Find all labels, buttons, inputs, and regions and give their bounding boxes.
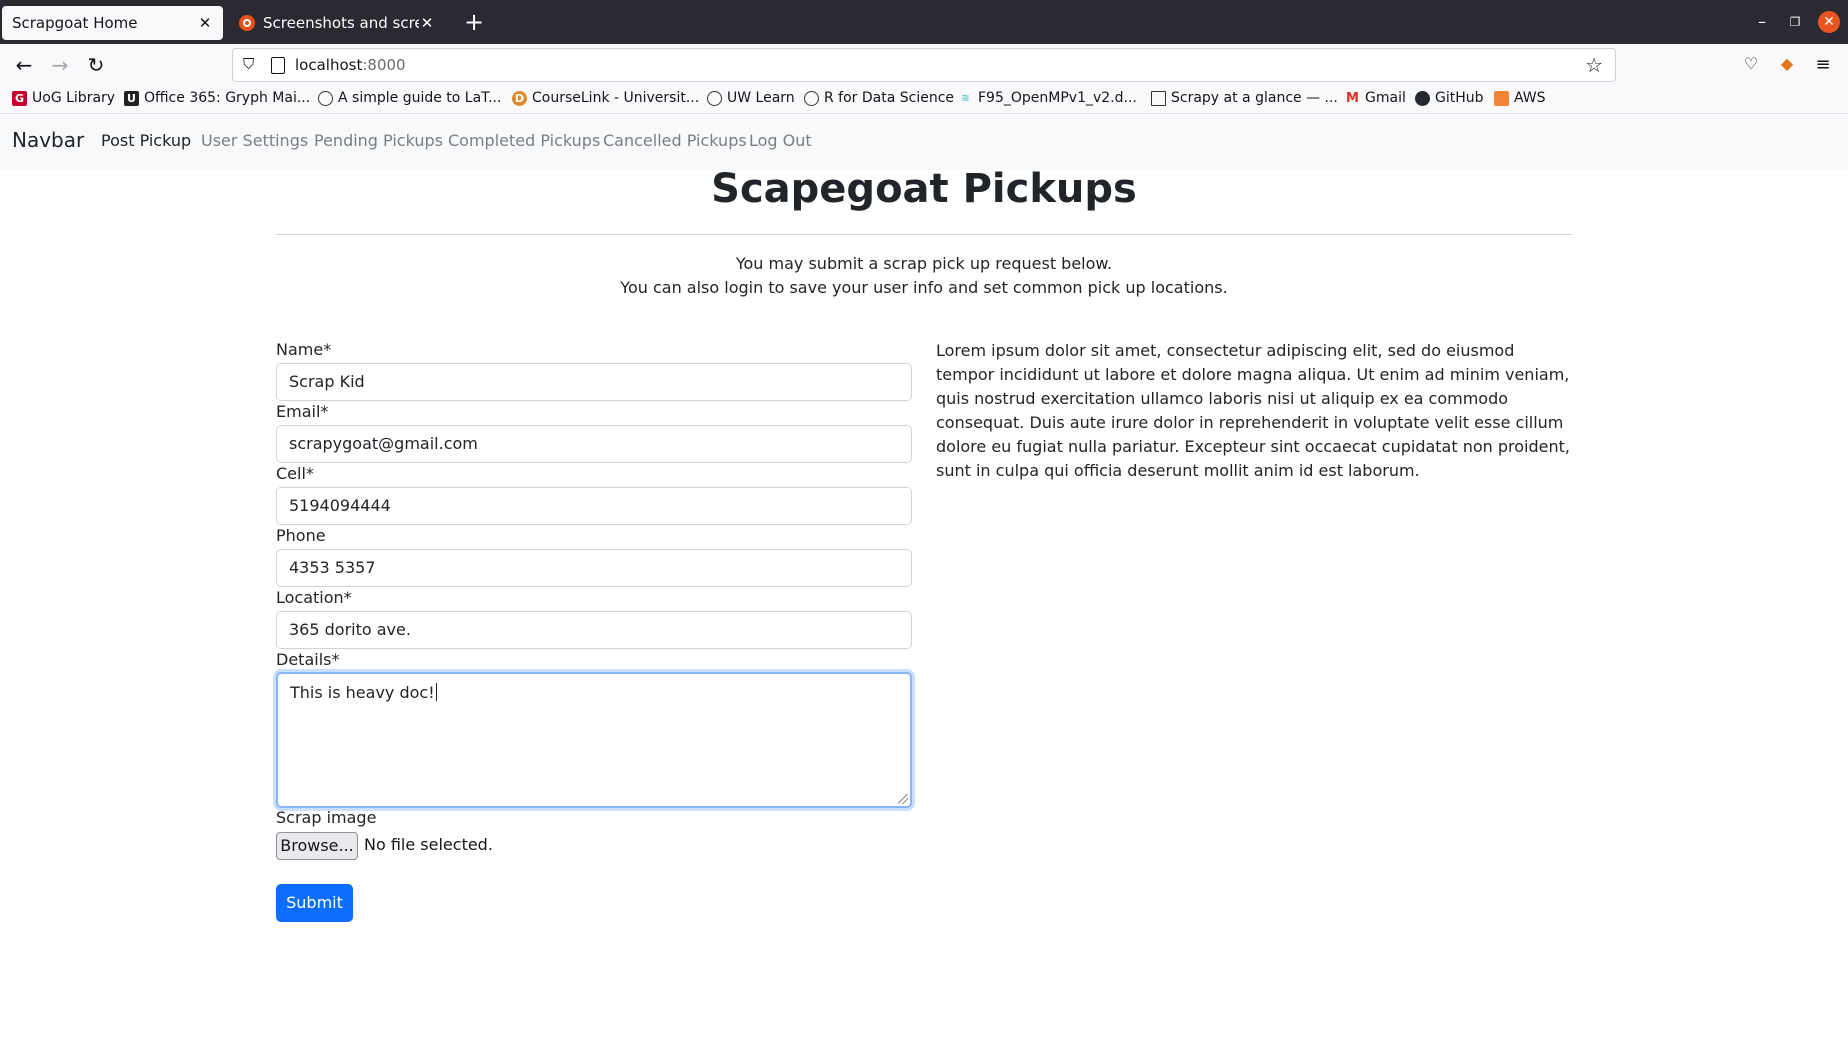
reload-icon[interactable]: ↻ bbox=[83, 52, 109, 78]
tab-screenshots[interactable]: Screenshots and screencasts ✕ bbox=[229, 6, 445, 40]
intro-line-1: You may submit a scrap pick up request b… bbox=[735, 254, 1113, 273]
hamburger-menu-icon[interactable]: ≡ bbox=[1812, 54, 1834, 76]
tab-scrapgoat-home[interactable]: Scrapgoat Home ✕ bbox=[2, 6, 223, 40]
restore-window-icon[interactable]: ❐ bbox=[1783, 10, 1807, 34]
submit-button[interactable]: Submit bbox=[276, 884, 353, 922]
bookmark-scrapy[interactable]: Scrapy at a glance — ... bbox=[1151, 90, 1338, 106]
nav-cancelled-pickups[interactable]: Cancelled Pickups bbox=[603, 131, 747, 150]
navbar-brand[interactable]: Navbar bbox=[12, 128, 84, 152]
info-paragraph: Lorem ipsum dolor sit amet, consectetur … bbox=[936, 341, 1570, 480]
bookmark-github[interactable]: GitHub bbox=[1415, 90, 1484, 106]
bookmark-label: UW Learn bbox=[727, 90, 795, 106]
bookmark-uog-library[interactable]: G UoG Library bbox=[12, 90, 115, 106]
ubuntu-favicon-icon bbox=[239, 15, 255, 31]
tab-title: Scrapgoat Home bbox=[12, 14, 138, 32]
close-window-icon[interactable]: ✕ bbox=[1818, 11, 1840, 33]
details-text: This is heavy doc! bbox=[290, 683, 435, 702]
cell-field[interactable]: 5194094444 bbox=[276, 487, 912, 525]
location-label: Location* bbox=[276, 588, 352, 607]
email-label: Email* bbox=[276, 402, 329, 421]
nav-user-settings[interactable]: User Settings bbox=[201, 131, 308, 150]
globe-icon bbox=[804, 90, 819, 106]
bookmark-aws[interactable]: AWS bbox=[1494, 90, 1546, 106]
name-field[interactable]: Scrap Kid bbox=[276, 363, 912, 401]
courselink-icon: D bbox=[512, 90, 527, 106]
location-field[interactable]: 365 dorito ave. bbox=[276, 611, 912, 649]
scrap-image-label: Scrap image bbox=[276, 808, 377, 827]
page-info-icon[interactable] bbox=[271, 57, 285, 74]
close-tab-icon[interactable]: ✕ bbox=[419, 14, 435, 32]
details-textarea[interactable]: This is heavy doc! bbox=[276, 672, 912, 808]
nav-pending-pickups[interactable]: Pending Pickups bbox=[314, 131, 443, 150]
page-title: Scapegoat Pickups bbox=[711, 166, 1137, 212]
bookmark-star-icon[interactable]: ☆ bbox=[1585, 53, 1603, 77]
bookmarks-bar: G UoG Library U Office 365: Gryph Mai...… bbox=[0, 86, 1848, 114]
browser-tab-bar: Scrapgoat Home ✕ Screenshots and screenc… bbox=[0, 0, 1848, 44]
bookmark-label: Office 365: Gryph Mai... bbox=[144, 90, 311, 106]
scrapy-docs-icon bbox=[1151, 90, 1166, 106]
bookmark-r-data-science[interactable]: R for Data Science bbox=[804, 90, 954, 106]
phone-field[interactable]: 4353 5357 bbox=[276, 549, 912, 587]
bookmark-office-365[interactable]: U Office 365: Gryph Mai... bbox=[124, 90, 310, 106]
bookmark-label: R for Data Science bbox=[824, 90, 955, 106]
site-navbar: Navbar Post Pickup User Settings Pending… bbox=[0, 114, 1848, 170]
bookmark-courselink[interactable]: D CourseLink - Universit... bbox=[512, 90, 699, 106]
tab-title: Screenshots and screencasts bbox=[263, 14, 419, 32]
gmail-icon: M bbox=[1346, 90, 1359, 106]
tracking-protection-shield-icon[interactable]: ⛉ bbox=[243, 55, 259, 75]
url-port: :8000 bbox=[362, 56, 406, 74]
nav-post-pickup[interactable]: Post Pickup bbox=[101, 131, 191, 150]
globe-icon bbox=[707, 90, 722, 106]
browser-toolbar: ← → ↻ ⛉ localhost:8000 ☆ ♡ ◆ ≡ bbox=[0, 44, 1848, 86]
title-divider bbox=[276, 234, 1572, 235]
phone-label: Phone bbox=[276, 526, 326, 545]
url-host: localhost bbox=[295, 56, 363, 74]
metamask-fox-icon[interactable]: ◆ bbox=[1776, 54, 1798, 76]
bookmark-uw-learn[interactable]: UW Learn bbox=[707, 90, 795, 106]
bookmark-label: Gmail bbox=[1365, 90, 1406, 106]
text-caret bbox=[435, 683, 437, 701]
pocket-icon[interactable]: ♡ bbox=[1740, 54, 1762, 76]
details-label: Details* bbox=[276, 650, 340, 669]
address-bar[interactable]: ⛉ localhost:8000 ☆ bbox=[232, 48, 1616, 82]
bookmark-label: Scrapy at a glance — ... bbox=[1171, 90, 1338, 106]
nav-completed-pickups[interactable]: Completed Pickups bbox=[448, 131, 600, 150]
email-field[interactable]: scrapygoat@gmail.com bbox=[276, 425, 912, 463]
bookmark-label: CourseLink - Universit... bbox=[532, 90, 700, 106]
bookmark-openmp[interactable]: ≋ F95_OpenMPv1_v2.d... bbox=[958, 90, 1137, 106]
new-tab-button[interactable]: + bbox=[460, 8, 488, 36]
office-365-icon: U bbox=[124, 90, 139, 106]
intro-text: You may submit a scrap pick up request b… bbox=[276, 252, 1572, 300]
back-arrow-icon[interactable]: ← bbox=[11, 52, 37, 78]
uog-library-icon: G bbox=[12, 90, 27, 106]
file-status-text: No file selected. bbox=[364, 835, 493, 854]
forward-arrow-icon[interactable]: → bbox=[47, 52, 73, 78]
resize-handle-icon[interactable] bbox=[898, 794, 908, 804]
intro-line-2: You can also login to save your user inf… bbox=[620, 278, 1228, 297]
bookmark-label: F95_OpenMPv1_v2.d... bbox=[978, 90, 1137, 106]
github-icon bbox=[1415, 90, 1430, 106]
bookmark-label: A simple guide to LaT... bbox=[338, 90, 502, 106]
browse-file-button[interactable]: Browse... bbox=[276, 832, 358, 860]
bookmark-latex-guide[interactable]: A simple guide to LaT... bbox=[318, 90, 501, 106]
bookmark-label: UoG Library bbox=[32, 90, 116, 106]
minimize-window-icon[interactable]: – bbox=[1750, 10, 1774, 34]
bookmark-label: GitHub bbox=[1435, 90, 1484, 106]
aws-icon bbox=[1494, 90, 1509, 106]
name-label: Name* bbox=[276, 340, 332, 359]
bookmark-label: AWS bbox=[1514, 90, 1546, 106]
bookmark-gmail[interactable]: M Gmail bbox=[1345, 90, 1406, 106]
url-text[interactable]: localhost:8000 bbox=[295, 56, 406, 74]
nav-log-out[interactable]: Log Out bbox=[749, 131, 812, 150]
globe-icon bbox=[318, 90, 333, 106]
document-icon: ≋ bbox=[961, 92, 970, 104]
cell-label: Cell* bbox=[276, 464, 314, 483]
close-tab-icon[interactable]: ✕ bbox=[197, 14, 213, 32]
